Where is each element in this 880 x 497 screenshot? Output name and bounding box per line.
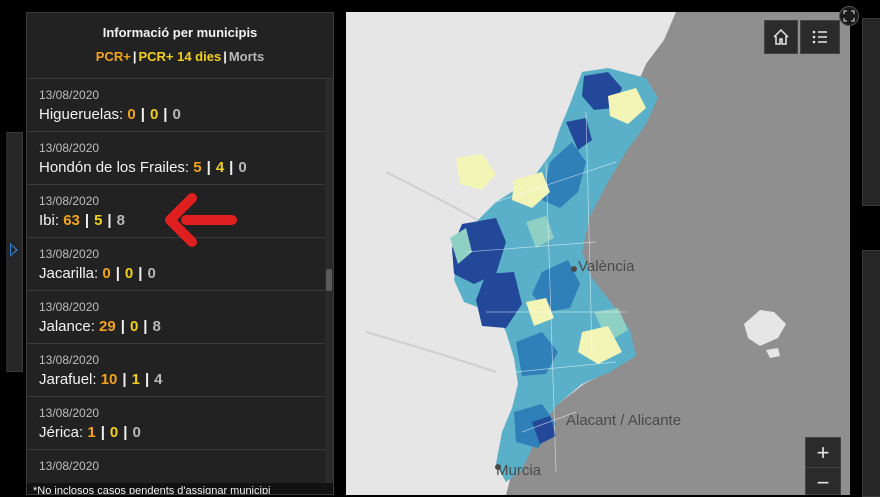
item-date: 13/08/2020 [39,300,100,314]
home-icon [773,28,789,45]
value-morts: 0 [147,265,156,282]
footnote: *No inclosos casos pendents d'assignar m… [27,483,333,494]
value-pcr14: 4 [215,159,225,176]
list-item[interactable]: 13/08/2020 [27,450,325,479]
value-pcr: 29 [99,318,116,335]
item-date: 13/08/2020 [39,88,100,102]
item-values: Hondón de los Frailes: 5 | 4 | 0 [39,159,325,176]
item-date: 13/08/2020 [39,459,100,473]
value-morts: 8 [116,212,125,229]
list-icon [812,30,827,44]
list-item[interactable]: 13/08/2020 Jarafuel: 10 | 1 | 4 [27,344,325,397]
label-valencia: València [578,258,635,275]
value-separator: | [84,212,90,229]
value-separator: | [206,159,211,176]
municipality-name: Hondón de los Frailes: [39,159,190,176]
municipality-name: Higueruelas: [39,106,124,123]
value-separator: | [100,424,105,441]
municipality-name: Jalance: [39,318,95,335]
panel-title: Informació per municipis [102,25,258,40]
item-date: 13/08/2020 [39,353,100,367]
value-separator: | [140,106,145,123]
municipality-info-panel: Informació per municipis PCR+ | PCR+ 14 di… [26,12,334,495]
zoom-out-button[interactable]: − [806,468,840,497]
value-separator: | [163,106,168,123]
value-pcr14: 1 [131,371,140,388]
value-pcr: 0 [127,106,136,123]
item-date: 13/08/2020 [39,406,100,420]
value-separator: | [120,318,125,335]
legend-separator: | [223,49,227,64]
legend-pcr: PCR+ [95,49,131,64]
list-item[interactable]: 13/08/2020 Higueruelas: 0 | 0 | 0 [27,79,325,132]
item-values: Jarafuel: 10 | 1 | 4 [39,371,325,388]
value-morts: 0 [238,159,247,176]
home-button[interactable] [764,20,798,54]
value-pcr: 0 [102,265,111,282]
right-panel-collapsed[interactable] [862,250,880,497]
value-morts: 4 [154,371,163,388]
municipality-list[interactable]: 13/08/2020 Higueruelas: 0 | 0 | 0 13/08/2020 Ho… [27,79,325,479]
expand-arrow-icon [10,243,18,257]
item-values: Jacarilla: 0 | 0 | 0 [39,265,325,282]
municipality-name: Jarafuel: [39,371,97,388]
value-pcr14: 0 [124,265,134,282]
item-values: Jalance: 29 | 0 | 8 [39,318,325,335]
label-alacant: Alacant / Alicante [566,412,682,429]
fullscreen-button[interactable] [839,6,859,26]
value-separator: | [229,159,234,176]
value-pcr: 1 [87,424,96,441]
city-marker [571,266,577,272]
expand-panel-tab[interactable] [6,132,23,372]
municipality-name: Jérica: [39,424,84,441]
item-values: Higueruelas: 0 | 0 | 0 [39,106,325,123]
value-separator: | [123,424,128,441]
legend-morts: Morts [228,49,265,64]
panel-header: Informació per municipis PCR+ | PCR+ 14 di… [27,13,333,79]
value-separator: | [138,265,143,282]
formentera-island [766,348,780,358]
municipality-name: Ibi: [39,212,60,229]
value-morts: 8 [152,318,161,335]
value-pcr: 10 [100,371,118,388]
red-arrow-annotation [165,193,237,247]
value-pcr: 5 [193,159,202,176]
value-morts: 0 [132,424,141,441]
value-separator: | [143,318,148,335]
municipality-name: Jacarilla: [39,265,99,282]
legend: PCR+ | PCR+ 14 dies | Morts [27,49,333,64]
item-date: 13/08/2020 [39,141,100,155]
value-pcr14: 0 [109,424,119,441]
list-item[interactable]: 13/08/2020 Jalance: 29 | 0 | 8 [27,291,325,344]
item-values: Jérica: 1 | 0 | 0 [39,424,325,441]
list-scrollbar[interactable] [325,79,333,483]
value-separator: | [122,371,127,388]
scrollbar-thumb[interactable] [326,269,332,291]
list-item[interactable]: 13/08/2020 Jérica: 1 | 0 | 0 [27,397,325,450]
list-item[interactable]: 13/08/2020 Hondón de los Frailes: 5 | 4 | 0 [27,132,325,185]
legend-pcr14: PCR+ 14 dies [138,49,222,64]
legend-button[interactable] [800,20,840,54]
ibiza-island [744,310,786,346]
zoom-controls: + − [805,437,841,495]
expand-icon [843,10,855,22]
right-panel-collapsed[interactable] [862,18,880,206]
label-murcia: Murcia [496,462,542,479]
value-separator: | [144,371,150,388]
value-pcr: 63 [63,212,80,229]
value-morts: 0 [172,106,181,123]
value-separator: | [115,265,120,282]
zoom-in-button[interactable]: + [806,438,840,468]
value-separator: | [107,212,112,229]
map-view[interactable]: València Alacant / Alicante Murcia [346,12,850,495]
